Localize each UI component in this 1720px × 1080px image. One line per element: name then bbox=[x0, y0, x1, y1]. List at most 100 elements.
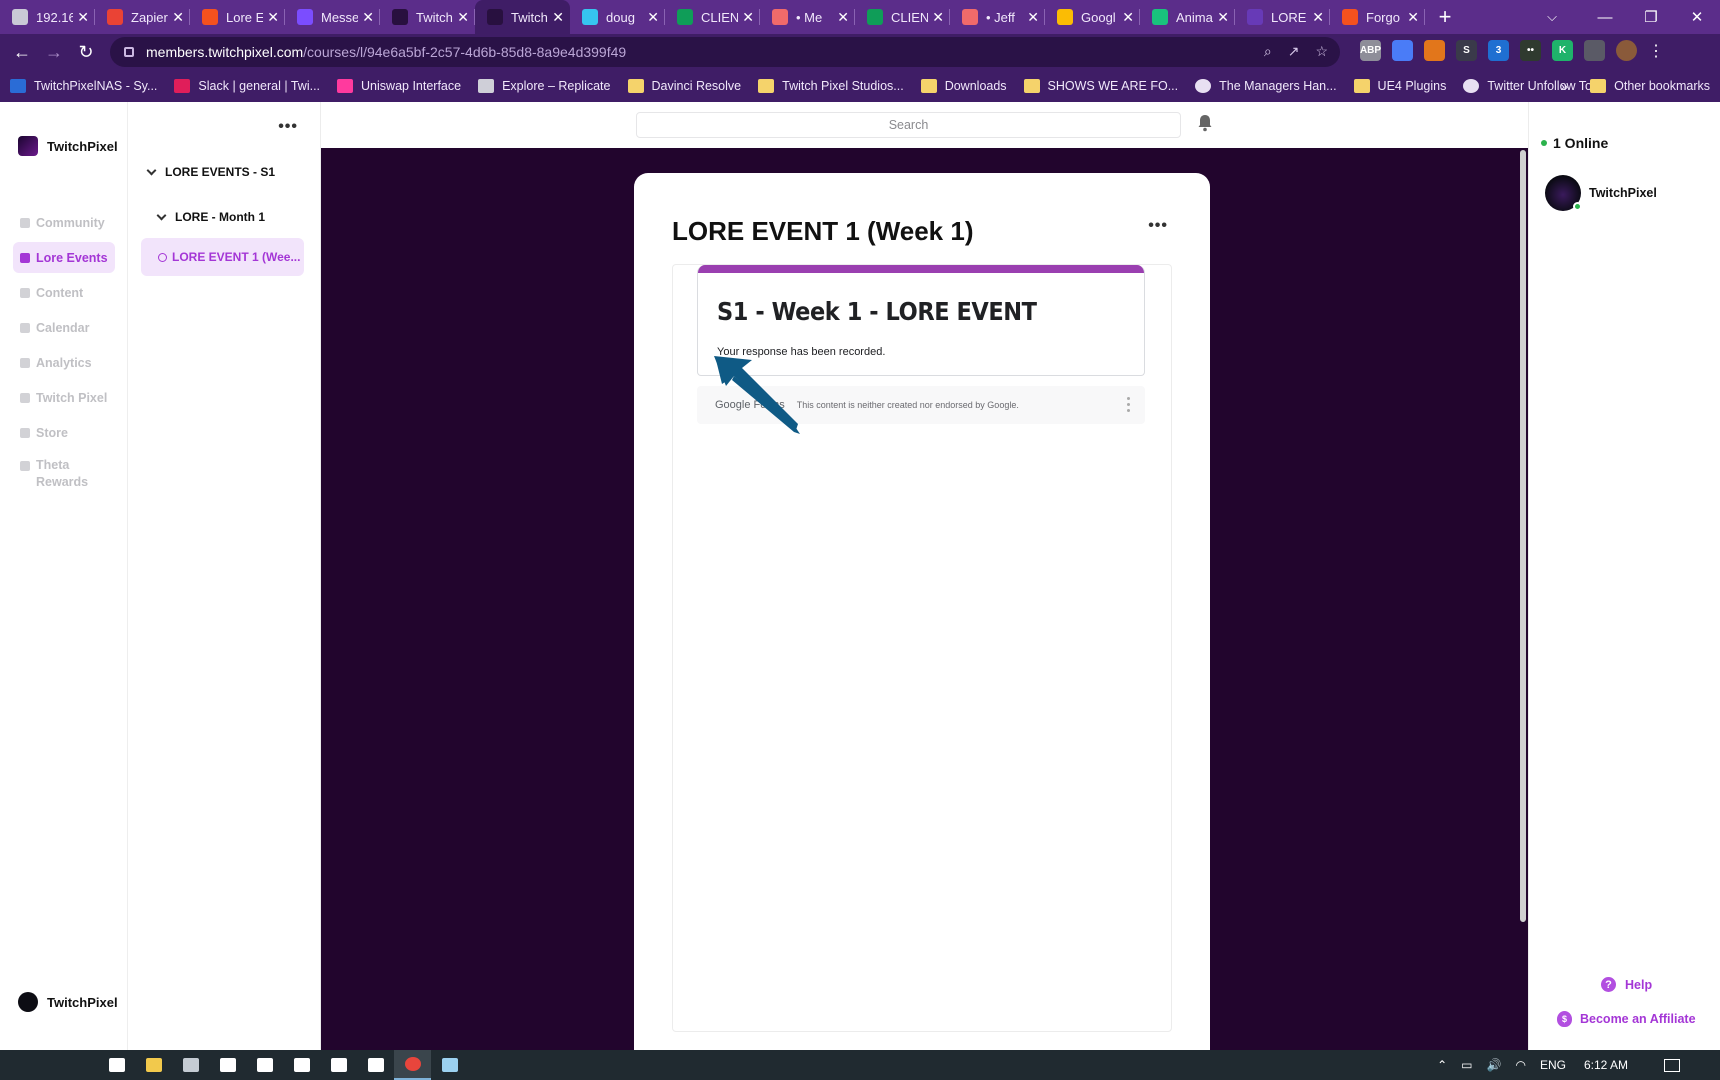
nav-item[interactable]: Calendar bbox=[13, 312, 115, 343]
extension-icon[interactable]: S bbox=[1456, 40, 1477, 61]
online-member[interactable]: TwitchPixel bbox=[1545, 175, 1657, 211]
browser-tab[interactable]: Anima ✕ bbox=[1140, 0, 1235, 34]
browser-tab[interactable]: CLIEN ✕ bbox=[855, 0, 950, 34]
close-tab-icon[interactable]: ✕ bbox=[1027, 9, 1039, 26]
bookmark-item[interactable]: Twitch Pixel Studios... bbox=[758, 79, 904, 93]
extension-icon[interactable] bbox=[1392, 40, 1413, 61]
extension-icon[interactable] bbox=[1584, 40, 1605, 61]
close-tab-icon[interactable]: ✕ bbox=[742, 9, 754, 26]
close-tab-icon[interactable]: ✕ bbox=[647, 9, 659, 26]
help-link[interactable]: ? Help bbox=[1601, 977, 1652, 992]
nav-item[interactable]: Store bbox=[13, 417, 115, 448]
affiliate-link[interactable]: $ Become an Affiliate bbox=[1557, 1011, 1696, 1027]
clock[interactable]: 6:12 AM bbox=[1584, 1058, 1628, 1072]
back-icon[interactable]: ← bbox=[6, 42, 38, 63]
bookmark-item[interactable]: The Managers Han... bbox=[1195, 79, 1337, 93]
browser-tab[interactable]: Forgo ✕ bbox=[1330, 0, 1425, 34]
course-subsection[interactable]: LORE - Month 1 bbox=[156, 210, 265, 224]
bookmark-item[interactable]: Slack | general | Twi... bbox=[174, 79, 320, 93]
tab-search-icon[interactable]: ⌵ bbox=[1532, 0, 1572, 34]
bookmark-item[interactable]: Davinci Resolve bbox=[627, 79, 741, 93]
nav-item[interactable]: Analytics bbox=[13, 347, 115, 378]
close-tab-icon[interactable]: ✕ bbox=[77, 9, 89, 26]
close-tab-icon[interactable]: ✕ bbox=[837, 9, 849, 26]
stocks-icon[interactable] bbox=[320, 1050, 357, 1080]
extension-icon[interactable]: 3 bbox=[1488, 40, 1509, 61]
current-user[interactable]: TwitchPixel bbox=[18, 992, 118, 1012]
task-view-icon[interactable] bbox=[98, 1050, 135, 1080]
bookmark-item[interactable]: Explore – Replicate bbox=[478, 79, 611, 93]
file-explorer-icon[interactable] bbox=[135, 1050, 172, 1080]
apps-icon[interactable] bbox=[209, 1050, 246, 1080]
search-input[interactable]: Search bbox=[636, 112, 1181, 138]
course-lesson-item[interactable]: LORE EVENT 1 (Wee... bbox=[141, 238, 304, 276]
nav-item[interactable]: Twitch Pixel bbox=[13, 382, 115, 413]
extension-icon[interactable] bbox=[1424, 40, 1445, 61]
network-icon[interactable] bbox=[283, 1050, 320, 1080]
notepad-icon[interactable] bbox=[431, 1050, 468, 1080]
close-tab-icon[interactable]: ✕ bbox=[1312, 9, 1324, 26]
close-tab-icon[interactable]: ✕ bbox=[552, 9, 564, 26]
extension-icon[interactable]: ABP bbox=[1360, 40, 1381, 61]
other-bookmarks[interactable]: Other bookmarks bbox=[1614, 79, 1710, 93]
settings-icon[interactable] bbox=[246, 1050, 283, 1080]
tray-expand-icon[interactable]: ⌃ bbox=[1437, 1058, 1447, 1072]
new-tab-button[interactable]: + bbox=[1425, 4, 1465, 30]
browser-tab[interactable]: Messe ✕ bbox=[285, 0, 380, 34]
browser-tab[interactable]: • Me ✕ bbox=[760, 0, 855, 34]
close-tab-icon[interactable]: ✕ bbox=[362, 9, 374, 26]
restore-icon[interactable]: ❐ bbox=[1628, 0, 1674, 34]
brand[interactable]: TwitchPixel bbox=[18, 136, 118, 156]
browser-tab[interactable]: • Jeff ✕ bbox=[950, 0, 1045, 34]
chrome-icon[interactable] bbox=[394, 1050, 431, 1080]
games-icon[interactable] bbox=[357, 1050, 394, 1080]
close-tab-icon[interactable]: ✕ bbox=[1407, 9, 1419, 26]
minimize-icon[interactable]: — bbox=[1582, 0, 1628, 34]
close-tab-icon[interactable]: ✕ bbox=[1122, 9, 1134, 26]
bookmark-star-icon[interactable]: ☆ bbox=[1315, 43, 1328, 60]
bookmarks-overflow-icon[interactable]: » bbox=[1560, 78, 1568, 94]
extension-icon[interactable]: K bbox=[1552, 40, 1573, 61]
close-tab-icon[interactable]: ✕ bbox=[172, 9, 184, 26]
close-tab-icon[interactable]: ✕ bbox=[457, 9, 469, 26]
zoom-icon[interactable]: ⌕ bbox=[1264, 43, 1272, 60]
close-tab-icon[interactable]: ✕ bbox=[1217, 9, 1229, 26]
browser-tab[interactable]: LORE ✕ bbox=[1235, 0, 1330, 34]
browser-tab[interactable]: Googl ✕ bbox=[1045, 0, 1140, 34]
lesson-options-icon[interactable]: ••• bbox=[1148, 217, 1168, 235]
close-window-icon[interactable]: ✕ bbox=[1674, 0, 1720, 34]
bell-icon[interactable] bbox=[1197, 114, 1213, 132]
browser-tab[interactable]: Twitch ✕ bbox=[380, 0, 475, 34]
nav-item[interactable]: Lore Events bbox=[13, 242, 115, 273]
nav-item[interactable]: Community bbox=[13, 207, 115, 238]
calculator-icon[interactable] bbox=[172, 1050, 209, 1080]
wifi-icon[interactable]: ◠ bbox=[1515, 1058, 1525, 1072]
close-tab-icon[interactable]: ✕ bbox=[267, 9, 279, 26]
nav-item[interactable]: Content bbox=[13, 277, 115, 308]
language-indicator[interactable]: ENG bbox=[1540, 1058, 1566, 1072]
browser-menu-icon[interactable]: ⋮ bbox=[1648, 41, 1664, 61]
more-options-icon[interactable]: ••• bbox=[278, 118, 298, 136]
close-tab-icon[interactable]: ✕ bbox=[932, 9, 944, 26]
volume-icon[interactable]: 🔊 bbox=[1487, 1058, 1502, 1072]
bookmark-item[interactable]: Uniswap Interface bbox=[337, 79, 461, 93]
battery-icon[interactable]: ▭ bbox=[1461, 1058, 1472, 1072]
browser-tab[interactable]: 192.16 ✕ bbox=[0, 0, 95, 34]
extension-icon[interactable]: •• bbox=[1520, 40, 1541, 61]
bookmark-item[interactable]: SHOWS WE ARE FO... bbox=[1023, 79, 1178, 93]
scrollbar-thumb[interactable] bbox=[1520, 150, 1526, 922]
more-vert-icon[interactable] bbox=[1127, 397, 1131, 415]
profile-avatar[interactable] bbox=[1616, 40, 1637, 61]
forward-icon[interactable]: → bbox=[38, 42, 70, 63]
bookmark-item[interactable]: TwitchPixelNAS - Sy... bbox=[10, 79, 157, 93]
nav-item[interactable]: Theta Rewards bbox=[13, 452, 115, 496]
share-icon[interactable]: ↗ bbox=[1288, 43, 1300, 60]
address-bar[interactable]: members.twitchpixel.com/courses/l/94e6a5… bbox=[110, 37, 1340, 67]
bookmark-item[interactable]: UE4 Plugins bbox=[1353, 79, 1446, 93]
notifications-icon[interactable] bbox=[1664, 1058, 1680, 1072]
course-section[interactable]: LORE EVENTS - S1 bbox=[146, 165, 275, 179]
browser-tab[interactable]: CLIEN ✕ bbox=[665, 0, 760, 34]
browser-tab[interactable]: Lore E ✕ bbox=[190, 0, 285, 34]
browser-tab[interactable]: Zapier ✕ bbox=[95, 0, 190, 34]
browser-tab[interactable]: doug ✕ bbox=[570, 0, 665, 34]
